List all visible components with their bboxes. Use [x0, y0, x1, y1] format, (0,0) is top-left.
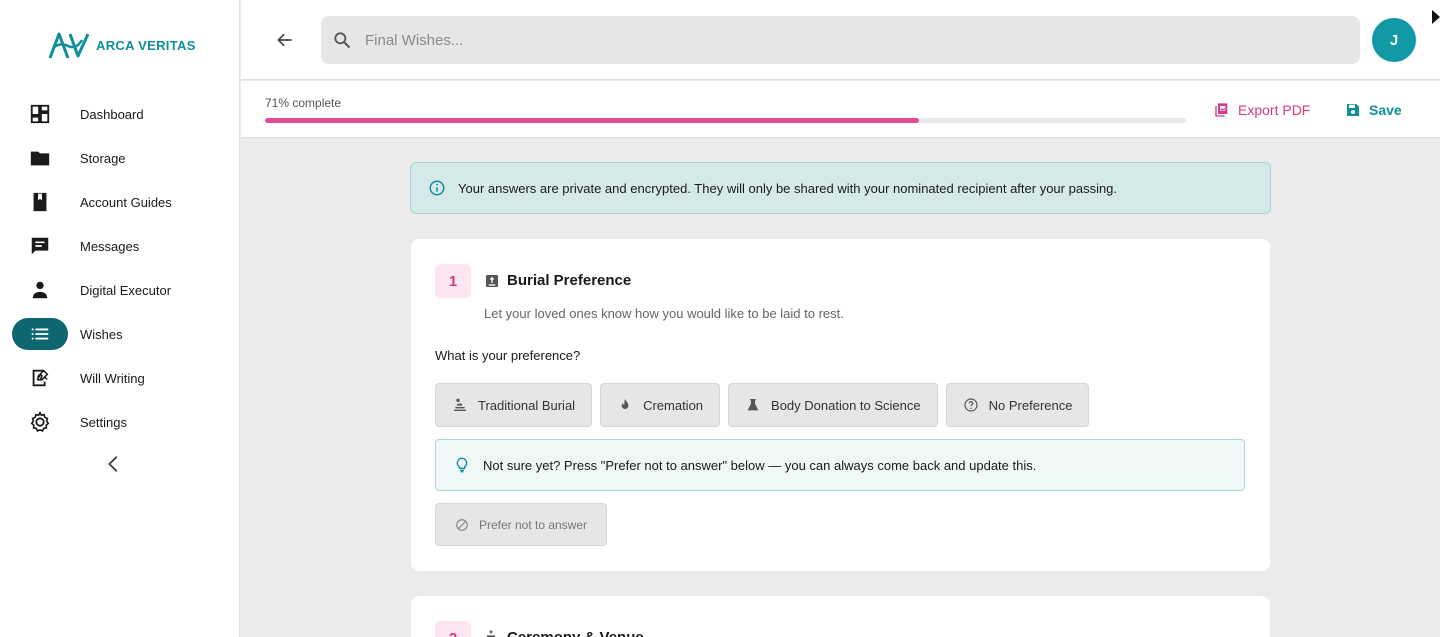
step-number-badge: 1 — [435, 264, 471, 298]
search-icon — [331, 29, 353, 51]
sidebar-item-messages[interactable]: Messages — [0, 224, 240, 268]
sidebar-item-label: Wishes — [80, 326, 123, 342]
info-icon — [428, 179, 446, 197]
block-icon — [456, 518, 468, 531]
back-button[interactable] — [273, 28, 297, 52]
sidebar-item-settings[interactable]: Settings — [0, 400, 240, 444]
card-title: Burial Preference — [507, 272, 632, 289]
sidebar-item-label: Account Guides — [80, 194, 172, 210]
step-number-badge: 2 — [435, 621, 471, 637]
avatar[interactable]: J — [1372, 18, 1416, 62]
sidebar-item-account-guides[interactable]: Account Guides — [0, 180, 240, 224]
sidebar-item-storage[interactable]: Storage — [0, 136, 240, 180]
hint-text: Not sure yet? Press "Prefer not to answe… — [483, 457, 1037, 473]
search-input[interactable] — [365, 31, 1265, 49]
option-traditional-burial[interactable]: Traditional Burial — [435, 383, 593, 427]
sidebar-item-dashboard[interactable]: Dashboard — [0, 92, 240, 136]
chevron-left-icon — [108, 456, 118, 472]
arrow-left-icon — [277, 33, 292, 47]
sidebar-item-digital-executor[interactable]: Digital Executor — [0, 268, 240, 312]
lightbulb-icon — [454, 457, 470, 473]
privacy-notice: Your answers are private and encrypted. … — [410, 162, 1271, 214]
message-icon — [12, 230, 68, 262]
option-label: Cremation — [643, 397, 704, 413]
signature-icon — [12, 362, 68, 394]
sidebar: ARCA VERITAS Dashboard Storage Account G… — [0, 0, 240, 637]
prefer-not-label: Prefer not to answer — [478, 517, 588, 532]
question-card-burial: 1 Burial Preference Let your loved ones … — [411, 239, 1270, 571]
sidebar-item-will-writing[interactable]: Will Writing — [0, 356, 240, 400]
option-cremation[interactable]: Cremation — [600, 383, 721, 427]
brand-logo[interactable]: ARCA VERITAS — [48, 30, 196, 60]
search-bar[interactable] — [321, 16, 1360, 64]
cursor-icon — [1432, 10, 1440, 24]
export-pdf-label: Export PDF — [1238, 102, 1311, 118]
list-icon — [12, 318, 68, 350]
question-label: What is your preference? — [435, 348, 581, 363]
pdf-icon — [1215, 103, 1228, 117]
option-label: Traditional Burial — [478, 397, 576, 413]
top-header: J — [241, 0, 1440, 80]
folder-icon — [12, 142, 68, 174]
logo-mark-icon — [48, 32, 90, 59]
progress-toolbar: 71% complete Export PDF Save — [241, 81, 1440, 138]
flame-icon — [621, 399, 629, 409]
brand-name: ARCA VERITAS — [96, 37, 196, 53]
save-icon — [1347, 104, 1359, 116]
dashboard-icon — [12, 98, 68, 130]
gear-icon — [12, 406, 68, 438]
book-icon — [12, 186, 68, 218]
sidebar-nav: Dashboard Storage Account Guides Message… — [0, 92, 240, 444]
option-body-donation[interactable]: Body Donation to Science — [728, 383, 938, 427]
question-circle-icon — [964, 398, 978, 412]
progress-label: 71% complete — [265, 96, 342, 110]
sidebar-item-label: Will Writing — [80, 370, 145, 386]
option-label: No Preference — [988, 397, 1073, 413]
progress-bar — [265, 118, 1186, 123]
save-button[interactable]: Save — [1345, 100, 1402, 120]
grave-icon — [454, 398, 466, 411]
person-icon — [12, 274, 68, 306]
sidebar-item-label: Messages — [80, 238, 140, 254]
card-title: Ceremony & Venue — [507, 629, 644, 637]
sidebar-item-label: Dashboard — [80, 106, 144, 122]
flask-icon — [747, 399, 759, 411]
ceremony-icon — [484, 629, 498, 637]
sidebar-item-label: Settings — [80, 414, 127, 430]
card-subtitle: Let your loved ones know how you would l… — [484, 306, 844, 321]
prefer-not-to-answer-button[interactable]: Prefer not to answer — [435, 503, 607, 546]
collapse-sidebar-button[interactable] — [102, 452, 126, 476]
save-label: Save — [1369, 102, 1402, 118]
sidebar-item-label: Storage — [80, 150, 126, 166]
question-card-ceremony: 2 Ceremony & Venue — [411, 596, 1270, 637]
sidebar-item-wishes[interactable]: Wishes — [0, 312, 240, 356]
export-pdf-button[interactable]: Export PDF — [1214, 100, 1310, 120]
option-no-preference[interactable]: No Preference — [945, 383, 1090, 427]
preference-options: Traditional Burial Cremation Body Donati… — [435, 383, 1090, 427]
progress-fill — [265, 118, 919, 123]
hint-box: Not sure yet? Press "Prefer not to answe… — [435, 439, 1245, 491]
sidebar-item-label: Digital Executor — [80, 282, 172, 298]
option-label: Body Donation to Science — [771, 397, 921, 413]
coffin-icon — [484, 273, 500, 289]
privacy-notice-text: Your answers are private and encrypted. … — [458, 180, 1118, 196]
